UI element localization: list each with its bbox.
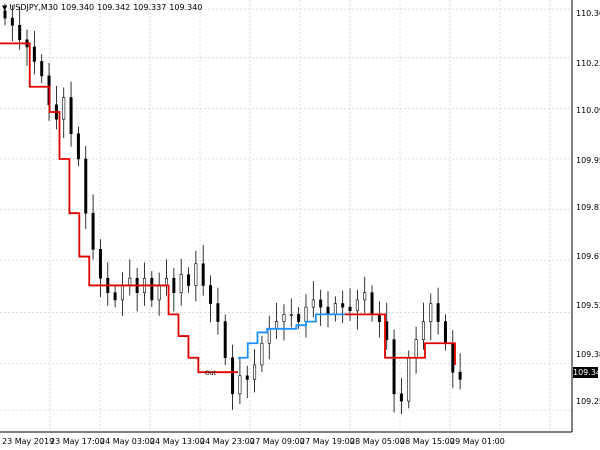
candlestick xyxy=(25,29,29,66)
time-label: 24 May 23:00 xyxy=(200,437,255,446)
candlestick xyxy=(326,291,330,328)
candlestick xyxy=(399,377,403,415)
chart-annotation: Out xyxy=(205,370,216,377)
price-label: 109.670 xyxy=(576,252,600,261)
candlestick xyxy=(91,194,95,260)
candlestick xyxy=(187,267,191,293)
current-price-badge: 109.340 xyxy=(573,367,600,378)
dropdown-caret-icon[interactable]: ▼ xyxy=(2,4,7,12)
candlestick xyxy=(348,288,352,321)
price-label: 109.385 xyxy=(576,350,600,359)
time-label: 23 May 2019 xyxy=(2,437,55,446)
candlestick xyxy=(150,271,154,308)
time-label: 27 May 09:00 xyxy=(250,437,305,446)
candlestick xyxy=(84,145,88,230)
price-chart[interactable] xyxy=(0,0,600,450)
candlestick xyxy=(429,293,433,341)
candlestick xyxy=(194,250,198,302)
candlestick xyxy=(209,275,213,323)
price-label: 110.230 xyxy=(576,59,600,68)
candlestick xyxy=(260,336,264,373)
candlestick xyxy=(157,272,161,316)
candlestick xyxy=(451,330,455,389)
candlestick xyxy=(120,272,124,316)
candlestick xyxy=(216,287,220,335)
candlestick xyxy=(355,289,359,330)
candlestick xyxy=(370,285,374,322)
candlestick xyxy=(363,276,367,313)
candlestick xyxy=(458,353,462,390)
candlestick xyxy=(40,54,44,84)
time-label: 28 May 15:00 xyxy=(400,437,455,446)
time-label: 29 May 01:00 xyxy=(450,437,505,446)
candlestick xyxy=(377,301,381,338)
candlestick xyxy=(311,281,315,318)
candlestick xyxy=(76,126,80,167)
candlestick xyxy=(414,326,418,374)
time-label: 28 May 05:00 xyxy=(350,437,405,446)
candlestick xyxy=(113,285,117,308)
candlestick xyxy=(69,81,73,147)
candlestick xyxy=(333,296,337,322)
candlestick xyxy=(62,87,66,139)
candlestick xyxy=(392,329,396,413)
candlestick xyxy=(282,304,286,341)
chart-header: ▼ USDJPY,M30 109.340 109.342 109.337 109.340 xyxy=(2,3,205,12)
symbol-label: USDJPY,M30 xyxy=(9,3,59,12)
price-label: 109.950 xyxy=(576,156,600,165)
candlestick xyxy=(304,294,308,338)
candlestick xyxy=(172,268,176,312)
candlestick xyxy=(223,314,227,365)
open-price: 109.340 xyxy=(61,3,95,12)
candlestick xyxy=(165,259,169,296)
candlestick xyxy=(275,302,279,339)
candlestick xyxy=(179,258,183,306)
price-label: 109.255 xyxy=(576,397,600,406)
candlestick xyxy=(319,289,323,326)
candlestick xyxy=(98,239,102,298)
time-label: 24 May 13:00 xyxy=(150,437,205,446)
candlestick xyxy=(32,31,36,75)
candlesticks xyxy=(3,3,462,415)
candlestick xyxy=(289,298,293,328)
high-price: 109.342 xyxy=(97,3,131,12)
time-label: 24 May 03:00 xyxy=(100,437,155,446)
candlestick xyxy=(341,290,345,324)
chart-window[interactable]: ▼ USDJPY,M30 109.340 109.342 109.337 109.340 … xyxy=(0,0,600,450)
candlestick xyxy=(267,315,271,360)
candlestick xyxy=(238,357,242,404)
candlestick xyxy=(443,314,447,351)
candlestick xyxy=(253,349,257,393)
candlestick xyxy=(142,262,146,306)
close-price: 109.340 xyxy=(169,3,203,12)
low-price: 109.337 xyxy=(133,3,167,12)
candlestick xyxy=(54,86,58,130)
price-label: 109.525 xyxy=(576,301,600,310)
candlestick xyxy=(128,259,132,296)
price-label: 110.090 xyxy=(576,106,600,115)
candlestick xyxy=(407,350,411,409)
time-label: 23 May 17:00 xyxy=(50,437,105,446)
price-label: 109.810 xyxy=(576,203,600,212)
candlestick xyxy=(436,287,440,335)
candlestick xyxy=(201,244,205,296)
candlestick xyxy=(245,365,249,399)
candlestick xyxy=(135,268,139,312)
candlestick xyxy=(231,344,235,410)
time-label: 27 May 19:00 xyxy=(300,437,355,446)
price-label: 110.365 xyxy=(576,9,600,18)
trend-line-series-0 xyxy=(0,42,238,374)
candlestick xyxy=(106,262,110,306)
